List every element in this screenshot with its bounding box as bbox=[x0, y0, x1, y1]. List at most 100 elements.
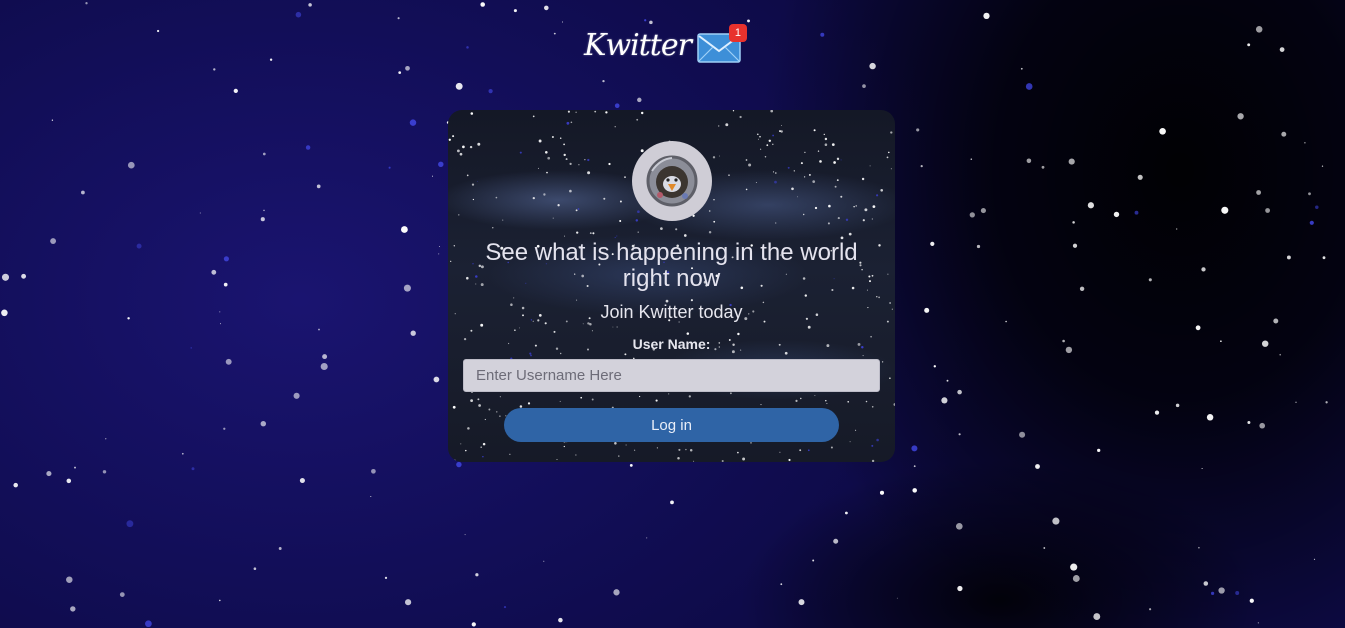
star bbox=[1295, 401, 1297, 403]
star bbox=[13, 482, 18, 488]
star bbox=[1154, 410, 1160, 415]
star bbox=[1206, 414, 1214, 421]
star bbox=[1113, 211, 1120, 218]
star bbox=[211, 269, 217, 275]
star bbox=[74, 466, 76, 469]
star bbox=[1315, 205, 1319, 210]
star bbox=[1062, 339, 1065, 343]
star bbox=[543, 560, 545, 562]
star bbox=[433, 376, 440, 383]
star bbox=[1279, 353, 1281, 356]
star bbox=[225, 358, 232, 365]
star bbox=[1072, 243, 1078, 248]
star bbox=[191, 467, 195, 471]
star bbox=[1149, 608, 1152, 611]
star bbox=[941, 397, 948, 404]
star bbox=[1313, 558, 1316, 560]
star bbox=[1198, 546, 1200, 549]
star bbox=[1203, 581, 1209, 586]
star bbox=[471, 622, 476, 627]
star bbox=[930, 241, 935, 246]
star bbox=[1220, 340, 1222, 343]
login-button[interactable]: Log in bbox=[504, 408, 839, 442]
star bbox=[431, 175, 434, 177]
star bbox=[181, 452, 184, 455]
star bbox=[955, 522, 963, 530]
star bbox=[370, 496, 372, 497]
star bbox=[66, 576, 73, 583]
star bbox=[299, 477, 305, 484]
star bbox=[318, 328, 320, 331]
star bbox=[218, 599, 221, 602]
star bbox=[646, 537, 648, 539]
star bbox=[1052, 517, 1060, 525]
star bbox=[219, 323, 221, 325]
envelope-icon[interactable]: 1 bbox=[697, 24, 747, 64]
star bbox=[946, 379, 949, 382]
star bbox=[913, 465, 916, 468]
star bbox=[223, 282, 228, 287]
star bbox=[213, 68, 216, 71]
star bbox=[455, 82, 463, 90]
star bbox=[911, 445, 918, 452]
star bbox=[1019, 431, 1026, 438]
star bbox=[1308, 192, 1311, 196]
star bbox=[66, 478, 72, 484]
star bbox=[127, 317, 130, 320]
star bbox=[1072, 575, 1080, 582]
star bbox=[223, 427, 226, 430]
star bbox=[199, 212, 201, 214]
login-card: See what is happening in the world right… bbox=[448, 110, 895, 462]
star bbox=[85, 2, 88, 5]
username-input[interactable] bbox=[463, 359, 880, 392]
username-label: User Name: bbox=[632, 336, 711, 352]
star bbox=[798, 599, 805, 606]
star bbox=[513, 9, 517, 13]
star bbox=[1325, 401, 1328, 404]
star bbox=[126, 520, 134, 528]
star bbox=[434, 378, 436, 380]
star bbox=[438, 245, 440, 247]
headline: See what is happening in the world right… bbox=[485, 239, 858, 292]
star bbox=[1273, 318, 1279, 324]
star bbox=[980, 208, 986, 214]
star bbox=[398, 71, 402, 74]
star bbox=[1265, 208, 1270, 213]
star bbox=[51, 119, 54, 121]
star bbox=[957, 585, 963, 592]
star bbox=[1201, 467, 1203, 470]
star bbox=[475, 573, 479, 577]
subheadline: Join Kwitter today bbox=[600, 302, 743, 322]
star bbox=[1176, 228, 1178, 230]
star bbox=[219, 311, 221, 313]
star bbox=[223, 256, 229, 262]
star bbox=[127, 161, 135, 169]
star bbox=[305, 145, 311, 150]
star bbox=[263, 209, 265, 212]
star bbox=[1195, 325, 1201, 331]
star bbox=[388, 166, 391, 169]
star bbox=[562, 21, 563, 23]
star bbox=[614, 103, 620, 109]
star bbox=[916, 128, 920, 132]
star bbox=[747, 19, 750, 23]
star bbox=[384, 576, 388, 580]
star bbox=[1286, 255, 1291, 260]
star bbox=[371, 468, 376, 474]
star bbox=[1257, 622, 1259, 624]
star bbox=[456, 461, 462, 468]
star bbox=[262, 152, 266, 156]
star bbox=[920, 165, 923, 168]
star bbox=[1, 273, 10, 281]
star bbox=[1218, 587, 1225, 594]
star bbox=[464, 534, 466, 536]
star bbox=[1, 309, 8, 317]
star bbox=[1210, 591, 1215, 596]
star bbox=[1247, 421, 1251, 424]
star bbox=[119, 592, 125, 597]
star bbox=[924, 307, 930, 313]
star bbox=[1026, 158, 1032, 164]
star bbox=[1281, 131, 1287, 137]
star bbox=[320, 362, 328, 371]
star bbox=[812, 559, 815, 562]
